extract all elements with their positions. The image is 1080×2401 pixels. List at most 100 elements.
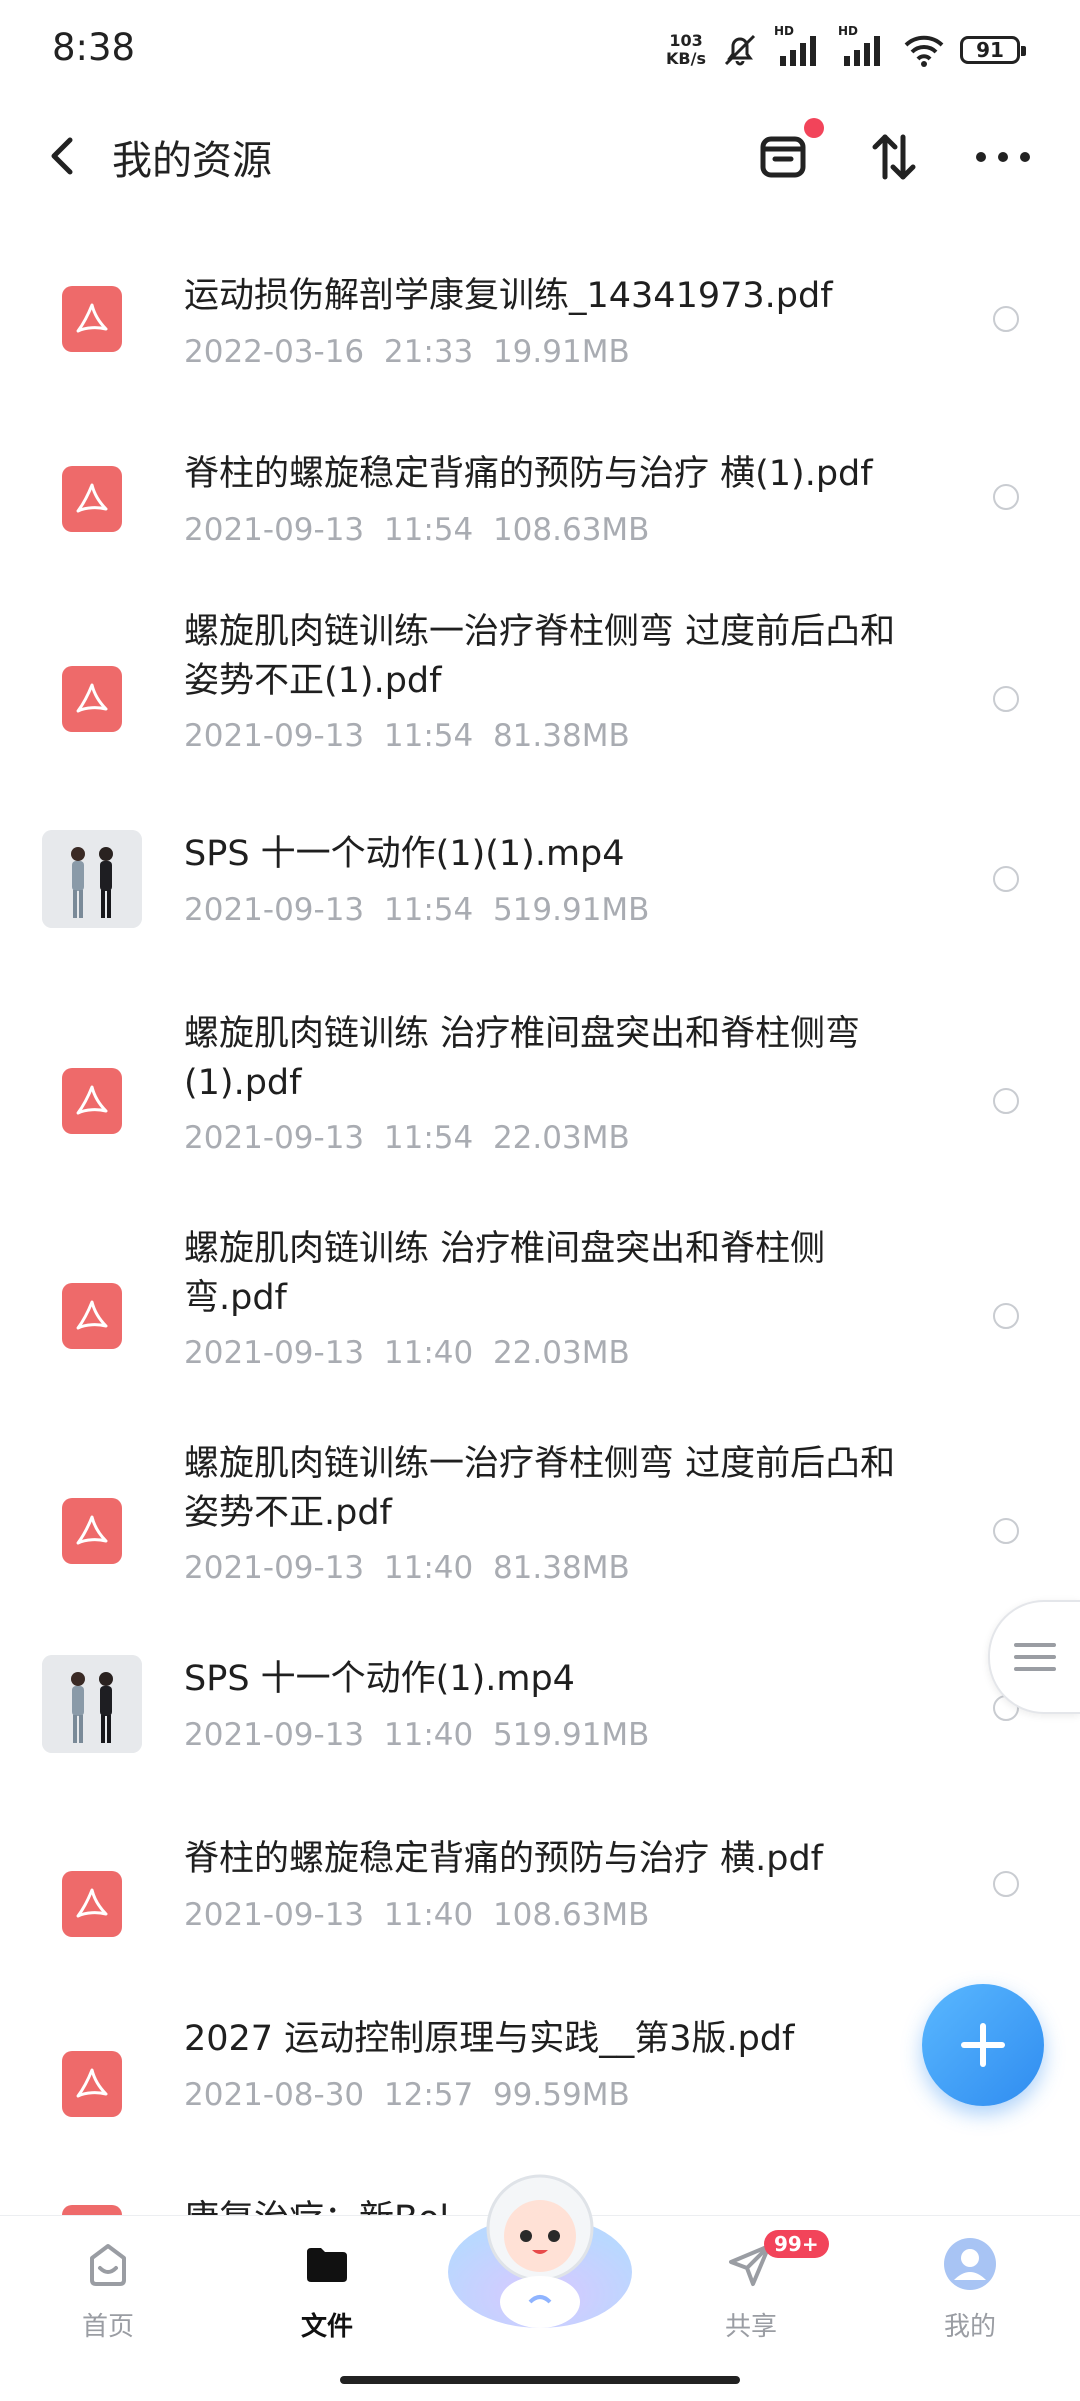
file-name: SPS 十一个动作(1).mp4: [184, 1659, 575, 1699]
file-date: 2021-09-13: [184, 512, 365, 548]
file-row[interactable]: 螺旋肌肉链训练 治疗椎间盘突出和脊柱侧弯.pdf 2021-09-13 11:4…: [0, 1215, 1080, 1415]
file-time: 11:40: [383, 1335, 474, 1371]
file-meta: 2021-09-13 11:54 519.91MB: [184, 892, 649, 928]
file-date: 2021-09-13: [184, 1550, 365, 1586]
nav-files[interactable]: 文件: [252, 2236, 402, 2343]
file-name: 螺旋肌肉链训练 治疗椎间盘突出和脊柱侧弯.pdf: [184, 1229, 826, 1318]
file-time: 11:54: [383, 1120, 474, 1156]
file-size: 519.91MB: [492, 892, 650, 928]
avatar-icon: [944, 2238, 996, 2290]
more-icon: [976, 152, 1030, 162]
file-row[interactable]: 2027 运动控制原理与实践__第3版.pdf 2021-08-30 12:57…: [0, 2005, 1080, 2165]
back-button[interactable]: [40, 128, 90, 184]
file-row[interactable]: 脊柱的螺旋稳定背痛的预防与治疗 横(1).pdf 2021-09-13 11:5…: [0, 420, 1080, 580]
file-meta: 2021-09-13 11:40 81.38MB: [184, 1550, 630, 1586]
file-meta: 2021-09-13 11:54 81.38MB: [184, 718, 630, 754]
nav-share[interactable]: 99+ 共享: [676, 2230, 829, 2343]
status-bar: 8:38 103 KB/s HD HD 91: [0, 0, 1080, 100]
select-radio[interactable]: [993, 1871, 1019, 1897]
file-name: 脊柱的螺旋稳定背痛的预防与治疗 横.pdf: [184, 1839, 824, 1879]
pdf-file-icon: [62, 1283, 122, 1349]
nav-files-label: 文件: [300, 2312, 353, 2342]
mascot-icon[interactable]: [446, 2154, 634, 2342]
nav-home[interactable]: 首页: [33, 2236, 183, 2343]
file-meta: 2021-08-30 12:57 99.59MB: [184, 2077, 630, 2113]
add-button[interactable]: [922, 1984, 1044, 2106]
file-time: 11:40: [383, 1550, 474, 1586]
file-time: 11:54: [383, 718, 474, 754]
recycle-box-button[interactable]: [748, 118, 824, 192]
sort-button[interactable]: [858, 122, 928, 192]
nav-home-label: 首页: [81, 2312, 134, 2342]
file-date: 2022-03-16: [184, 334, 365, 370]
file-meta: 2021-09-13 11:54 108.63MB: [184, 512, 649, 548]
network-speed-value: 103: [669, 31, 703, 50]
file-time: 11:54: [383, 512, 474, 548]
select-radio[interactable]: [993, 484, 1019, 510]
nav-share-label: 共享: [724, 2312, 777, 2342]
file-row[interactable]: SPS 十一个动作(1).mp4 2021-09-13 11:40 519.91…: [0, 1645, 1080, 1805]
notification-dot: [804, 118, 824, 138]
file-date: 2021-09-13: [184, 1120, 365, 1156]
signal-1-icon: HD: [774, 24, 824, 70]
file-meta: 2021-09-13 11:54 22.03MB: [184, 1120, 630, 1156]
file-meta: 2021-09-13 11:40 519.91MB: [184, 1717, 649, 1753]
signal-2-icon: HD: [838, 24, 888, 70]
file-row[interactable]: 脊柱的螺旋稳定背痛的预防与治疗 横.pdf 2021-09-13 11:40 1…: [0, 1825, 1080, 1985]
file-meta: 2022-03-16 21:33 19.91MB: [184, 334, 630, 370]
select-radio[interactable]: [993, 1518, 1019, 1544]
header: 我的资源: [0, 100, 1080, 210]
file-date: 2021-09-13: [184, 1897, 365, 1933]
file-time: 11:40: [383, 1897, 474, 1933]
file-size: 108.63MB: [492, 1897, 650, 1933]
select-radio[interactable]: [993, 306, 1019, 332]
page-title: 我的资源: [112, 138, 272, 184]
select-radio[interactable]: [993, 1303, 1019, 1329]
file-row[interactable]: 螺旋肌肉链训练一治疗脊柱侧弯 过度前后凸和姿势不正(1).pdf 2021-09…: [0, 600, 1080, 800]
file-size: 22.03MB: [492, 1120, 630, 1156]
network-speed: 103 KB/s: [666, 32, 706, 68]
home-indicator[interactable]: [340, 2376, 740, 2384]
video-thumbnail: [42, 1655, 142, 1753]
file-size: 108.63MB: [492, 512, 650, 548]
file-name: 2027 运动控制原理与实践__第3版.pdf: [184, 2019, 795, 2059]
file-time: 12:57: [383, 2077, 474, 2113]
recycle-box-icon: [760, 136, 806, 178]
select-radio[interactable]: [993, 1088, 1019, 1114]
nav-mine[interactable]: 我的: [895, 2236, 1045, 2343]
file-row[interactable]: 螺旋肌肉链训练 治疗椎间盘突出和脊柱侧弯(1).pdf 2021-09-13 1…: [0, 1000, 1080, 1200]
file-row[interactable]: 运动损伤解剖学康复训练_14341973.pdf 2022-03-16 21:3…: [0, 240, 1080, 400]
file-date: 2021-08-30: [184, 2077, 365, 2113]
pdf-file-icon: [62, 1068, 122, 1134]
file-name: 螺旋肌肉链训练一治疗脊柱侧弯 过度前后凸和姿势不正(1).pdf: [184, 612, 896, 701]
menu-lines-icon: [1014, 1643, 1056, 1671]
file-time: 21:33: [383, 334, 474, 370]
wifi-icon: [904, 35, 944, 67]
file-meta: 2021-09-13 11:40 108.63MB: [184, 1897, 649, 1933]
file-size: 99.59MB: [492, 2077, 630, 2113]
plus-icon: [961, 2023, 1005, 2067]
file-date: 2021-09-13: [184, 718, 365, 754]
video-thumbnail: [42, 830, 142, 928]
network-speed-unit: KB/s: [666, 49, 706, 68]
select-radio[interactable]: [993, 686, 1019, 712]
file-name: SPS 十一个动作(1)(1).mp4: [184, 834, 625, 874]
nav-mine-label: 我的: [943, 2312, 996, 2342]
bottom-nav: 首页 文件 99+ 共享 我的: [0, 2174, 1080, 2401]
status-time: 8:38: [52, 26, 136, 69]
file-date: 2021-09-13: [184, 1717, 365, 1753]
select-radio[interactable]: [993, 866, 1019, 892]
pdf-file-icon: [62, 286, 122, 352]
pdf-file-icon: [62, 1871, 122, 1937]
file-size: 519.91MB: [492, 1717, 650, 1753]
folder-icon: [307, 2248, 347, 2282]
file-row[interactable]: 螺旋肌肉链训练一治疗脊柱侧弯 过度前后凸和姿势不正.pdf 2021-09-13…: [0, 1430, 1080, 1630]
back-arrow-icon: [51, 137, 73, 175]
file-row[interactable]: SPS 十一个动作(1)(1).mp4 2021-09-13 11:54 519…: [0, 820, 1080, 980]
more-button[interactable]: [968, 122, 1038, 192]
file-size: 22.03MB: [492, 1335, 630, 1371]
file-name: 螺旋肌肉链训练 治疗椎间盘突出和脊柱侧弯(1).pdf: [184, 1014, 861, 1103]
file-size: 81.38MB: [492, 1550, 630, 1586]
file-meta: 2021-09-13 11:40 22.03MB: [184, 1335, 630, 1371]
share-badge: 99+: [764, 2230, 829, 2258]
